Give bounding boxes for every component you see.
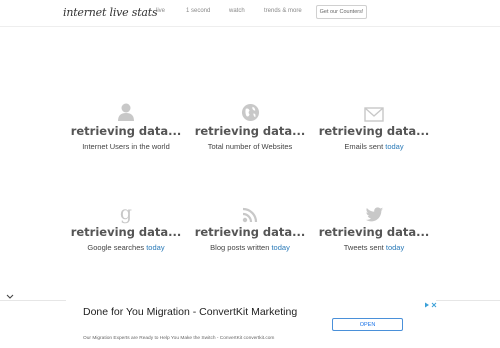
stat-label: Internet Users in the world — [82, 142, 170, 151]
advertisement[interactable]: Done for You Migration - ConvertKit Mark… — [66, 300, 437, 348]
ad-title[interactable]: Done for You Migration - ConvertKit Mark… — [83, 305, 323, 319]
stat-internet-users: retrieving data... Internet Users in the… — [64, 100, 188, 151]
stat-value: retrieving data... — [194, 124, 306, 138]
nav-1-second[interactable]: 1 second — [186, 8, 210, 14]
rss-icon — [188, 201, 312, 223]
close-icon[interactable] — [431, 302, 437, 308]
today-link[interactable]: today — [271, 243, 289, 252]
header-divider — [0, 26, 500, 27]
top-navigation-bar: internet live stats live 1 second watch … — [0, 0, 500, 26]
google-icon: g — [119, 202, 133, 224]
stat-websites: retrieving data... Total number of Websi… — [188, 100, 312, 151]
stat-emails: retrieving data... Emails sent today — [312, 100, 436, 151]
chevron-down-icon — [6, 294, 13, 299]
stat-label: Google searches today — [87, 243, 165, 252]
nav-live[interactable]: live — [156, 8, 165, 14]
adchoices-icon[interactable] — [424, 302, 437, 308]
today-link[interactable]: today — [386, 243, 404, 252]
stat-google-searches: g retrieving data... Google searches tod… — [64, 201, 188, 253]
stat-value: retrieving data... — [70, 124, 182, 138]
stat-label: Emails sent today — [344, 142, 404, 151]
stat-value: retrieving data... — [318, 124, 430, 138]
stat-label: Tweets sent today — [343, 243, 405, 252]
get-counters-button[interactable]: Get our Counters! — [316, 5, 367, 19]
ad-subtitle: Our Migration Experts are Ready to Help … — [83, 336, 275, 341]
user-icon — [64, 100, 188, 122]
globe-icon — [188, 100, 312, 122]
stat-label: Blog posts written today — [210, 243, 290, 252]
nav-trends-more[interactable]: trends & more — [264, 8, 302, 14]
nav-watch[interactable]: watch — [229, 8, 245, 14]
envelope-icon — [312, 100, 436, 122]
twitter-bird-icon — [312, 201, 436, 223]
site-logo[interactable]: internet live stats — [63, 6, 158, 19]
stat-blog-posts: retrieving data... Blog posts written to… — [188, 201, 312, 252]
stat-value: retrieving data... — [318, 225, 430, 239]
ad-open-button[interactable]: OPEN — [332, 318, 403, 331]
today-link[interactable]: today — [385, 142, 403, 151]
today-link[interactable]: today — [146, 243, 164, 252]
stat-value: retrieving data... — [194, 225, 306, 239]
stat-value: retrieving data... — [70, 225, 182, 239]
stat-tweets: retrieving data... Tweets sent today — [312, 201, 436, 252]
stat-label: Total number of Websites — [207, 142, 293, 151]
